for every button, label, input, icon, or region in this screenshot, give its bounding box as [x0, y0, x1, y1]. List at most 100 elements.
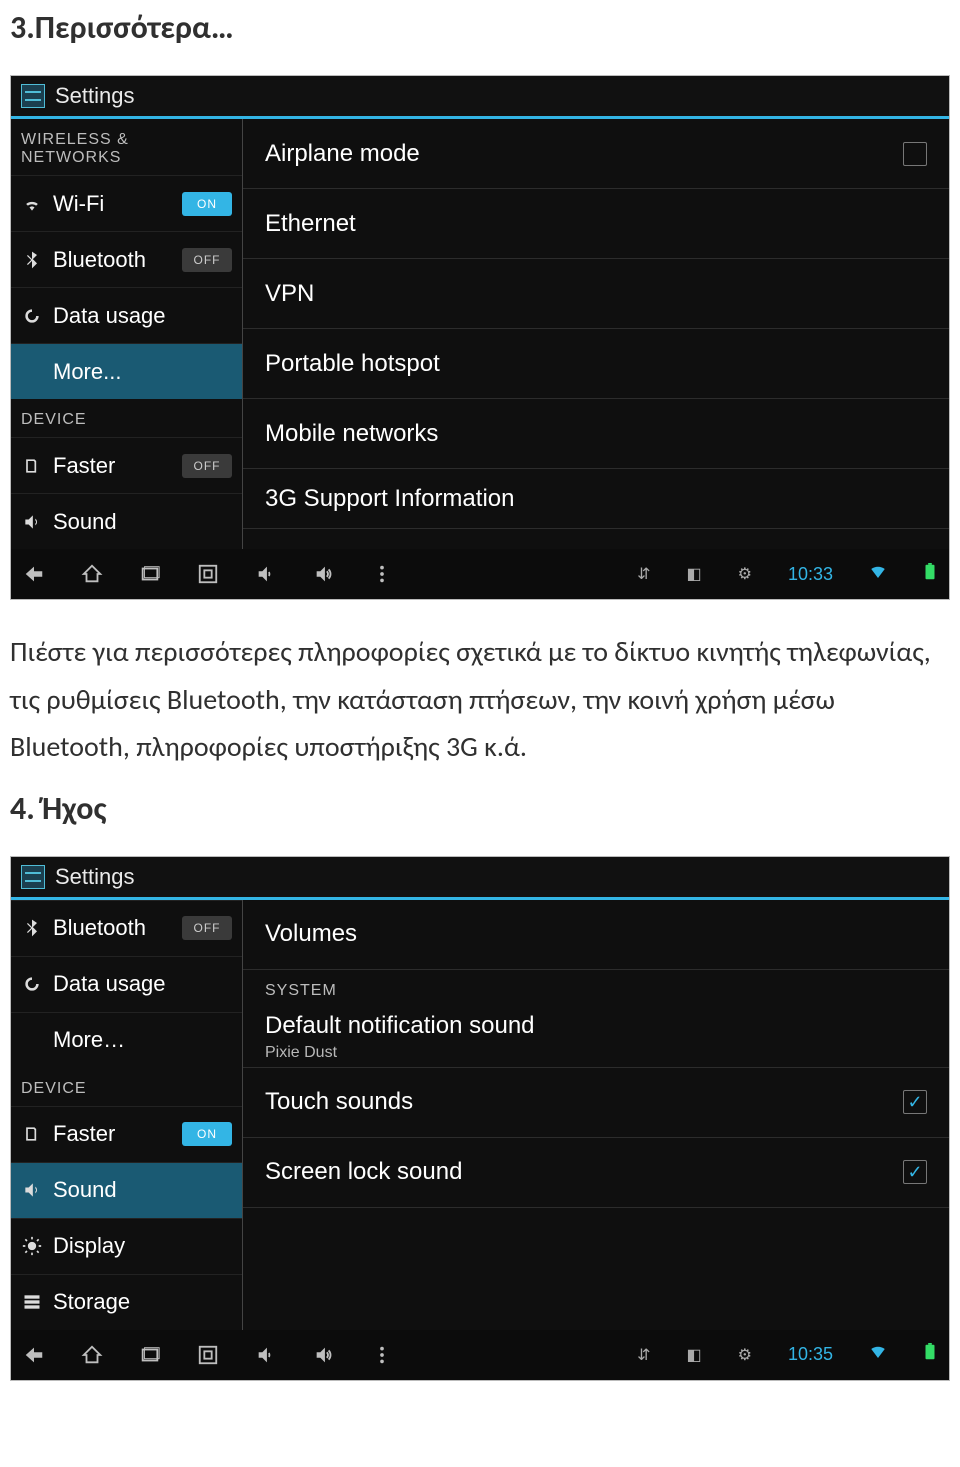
bluetooth-icon	[21, 250, 43, 270]
content-item-label: Airplane mode	[265, 140, 420, 168]
system-navbar: ⇵ ◧ ⚙ 10:33	[11, 549, 949, 599]
bluetooth-icon	[21, 918, 43, 938]
app-titlebar: Settings	[11, 76, 949, 116]
notif-icon-1: ◧	[686, 564, 701, 584]
screenshot-settings-more: Settings WIRELESS & NETWORKS Wi-Fi ON Bl…	[10, 75, 950, 600]
content-item-ethernet[interactable]: Ethernet	[243, 189, 949, 259]
content-item-airplane-mode[interactable]: Airplane mode	[243, 119, 949, 189]
sidebar-item-bluetooth[interactable]: Bluetooth OFF	[11, 231, 242, 287]
content-item-volumes[interactable]: Volumes	[243, 900, 949, 970]
content-item-portable-hotspot[interactable]: Portable hotspot	[243, 329, 949, 399]
sound-icon	[21, 1180, 43, 1200]
notif-icon-1: ◧	[686, 1345, 701, 1365]
overflow-button[interactable]	[371, 1344, 393, 1366]
screenshot-button[interactable]	[197, 563, 219, 585]
content-item-mobile-networks[interactable]: Mobile networks	[243, 399, 949, 469]
content-item-subtext: Pixie Dust	[265, 1044, 535, 1062]
faster-toggle[interactable]: OFF	[182, 454, 232, 478]
volume-up-button[interactable]	[313, 563, 335, 585]
body-paragraph: Πιέστε για περισσότερες πληροφορίες σχετ…	[10, 628, 950, 771]
settings-icon	[21, 865, 45, 889]
screenshot-settings-sound: Settings Bluetooth OFF Data usage More…	[10, 856, 950, 1381]
content-item-touch-sounds[interactable]: Touch sounds ✓	[243, 1068, 949, 1138]
heading-sound: 4. Ήχος	[10, 789, 960, 828]
sidebar-item-display[interactable]: Display	[11, 1218, 242, 1274]
status-clock: 10:33	[788, 564, 833, 585]
sidebar-item-label: Bluetooth	[53, 247, 172, 273]
sidebar-item-label: Storage	[53, 1289, 232, 1315]
sidebar-item-faster[interactable]: Faster OFF	[11, 437, 242, 493]
section-wireless-networks: WIRELESS & NETWORKS	[11, 119, 242, 175]
sidebar-item-label: Sound	[53, 509, 232, 535]
sidebar-item-sound[interactable]: Sound	[11, 493, 242, 549]
bluetooth-toggle[interactable]: OFF	[182, 248, 232, 272]
sidebar-item-sound[interactable]: Sound	[11, 1162, 242, 1218]
data-usage-icon	[21, 974, 43, 994]
airplane-checkbox[interactable]	[903, 142, 927, 166]
content-item-3g-support[interactable]: 3G Support Information	[243, 469, 949, 529]
section-system: SYSTEM	[243, 970, 949, 1008]
bluetooth-toggle[interactable]: OFF	[182, 916, 232, 940]
settings-content: Volumes SYSTEM Default notification soun…	[243, 900, 949, 1330]
wifi-icon	[21, 194, 43, 214]
sidebar-item-wifi[interactable]: Wi-Fi ON	[11, 175, 242, 231]
sidebar-item-label: Display	[53, 1233, 232, 1259]
display-icon	[21, 1236, 43, 1256]
content-item-default-notification[interactable]: Default notification sound Pixie Dust	[243, 1008, 949, 1068]
sidebar-item-more[interactable]: More…	[11, 1012, 242, 1068]
content-item-vpn[interactable]: VPN	[243, 259, 949, 329]
sidebar-item-faster[interactable]: Faster ON	[11, 1106, 242, 1162]
screenlock-sound-checkbox[interactable]: ✓	[903, 1160, 927, 1184]
notif-icon-2: ⚙	[738, 1345, 752, 1365]
content-item-label: 3G Support Information	[265, 485, 514, 513]
sidebar-item-bluetooth[interactable]: Bluetooth OFF	[11, 900, 242, 956]
back-button[interactable]	[23, 1344, 45, 1366]
sidebar-item-label: Faster	[53, 453, 172, 479]
faster-icon	[21, 1124, 43, 1144]
storage-icon	[21, 1292, 43, 1312]
recent-apps-button[interactable]	[139, 1344, 161, 1366]
sidebar-item-data-usage[interactable]: Data usage	[11, 956, 242, 1012]
touch-sounds-checkbox[interactable]: ✓	[903, 1090, 927, 1114]
sidebar-item-label: More...	[53, 359, 232, 385]
content-item-label: Touch sounds	[265, 1088, 413, 1116]
sidebar-item-label: Data usage	[53, 303, 232, 329]
usb-icon: ⇵	[637, 564, 650, 584]
settings-sidebar: Bluetooth OFF Data usage More… DEVICE Fa…	[11, 900, 243, 1330]
data-usage-icon	[21, 306, 43, 326]
sidebar-item-label: Faster	[53, 1121, 172, 1147]
sidebar-item-data-usage[interactable]: Data usage	[11, 287, 242, 343]
app-title: Settings	[55, 864, 135, 890]
content-item-label: Mobile networks	[265, 420, 438, 448]
sidebar-item-more[interactable]: More...	[11, 343, 242, 399]
faster-toggle[interactable]: ON	[182, 1122, 232, 1146]
volume-down-button[interactable]	[255, 1344, 277, 1366]
home-button[interactable]	[81, 1344, 103, 1366]
sidebar-item-label: Bluetooth	[53, 915, 172, 941]
sidebar-item-storage[interactable]: Storage	[11, 1274, 242, 1330]
settings-icon	[21, 84, 45, 108]
overflow-button[interactable]	[371, 563, 393, 585]
recent-apps-button[interactable]	[139, 563, 161, 585]
faster-icon	[21, 456, 43, 476]
status-wifi-icon	[869, 563, 887, 586]
wifi-toggle[interactable]: ON	[182, 192, 232, 216]
usb-icon: ⇵	[637, 1345, 650, 1365]
back-button[interactable]	[23, 563, 45, 585]
content-item-label: Ethernet	[265, 210, 356, 238]
status-battery-icon	[923, 563, 937, 586]
content-item-label: Portable hotspot	[265, 350, 440, 378]
content-item-screen-lock-sound[interactable]: Screen lock sound ✓	[243, 1138, 949, 1208]
home-button[interactable]	[81, 563, 103, 585]
notif-icon-2: ⚙	[738, 564, 752, 584]
screenshot-button[interactable]	[197, 1344, 219, 1366]
sidebar-item-label: Data usage	[53, 971, 232, 997]
volume-up-button[interactable]	[313, 1344, 335, 1366]
sound-icon	[21, 512, 43, 532]
content-item-label: Volumes	[265, 920, 357, 948]
content-item-label: Default notification sound	[265, 1012, 535, 1040]
heading-more: 3.Περισσότερα…	[10, 8, 960, 47]
status-wifi-icon	[869, 1343, 887, 1366]
volume-down-button[interactable]	[255, 563, 277, 585]
sidebar-item-label: Wi-Fi	[53, 191, 172, 217]
